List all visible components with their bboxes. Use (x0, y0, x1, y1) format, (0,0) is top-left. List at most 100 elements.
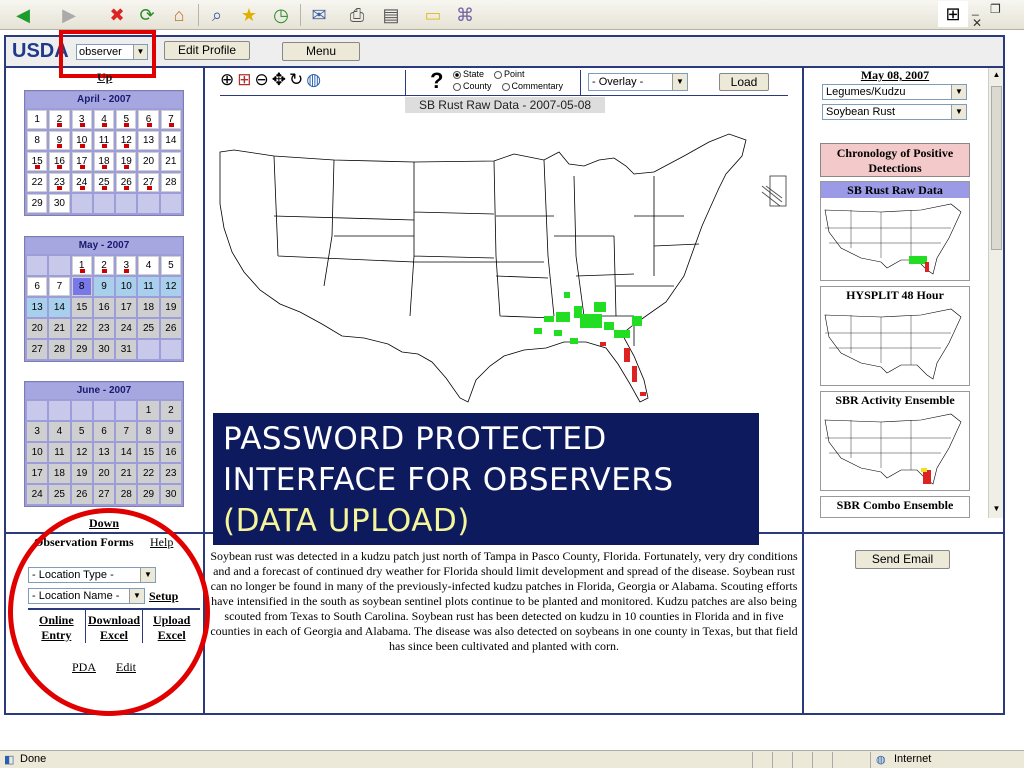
calendar-day[interactable]: 27 (138, 173, 159, 192)
thumbnail-sbr-activity[interactable]: SBR Activity Ensemble (820, 391, 970, 491)
calendar-day[interactable]: 24 (116, 319, 137, 338)
reset-icon[interactable]: ↻ (289, 70, 303, 90)
calendar-day[interactable]: 2 (93, 256, 115, 275)
calendar-day[interactable]: 8 (71, 277, 92, 296)
calendar-day[interactable]: 23 (160, 464, 181, 483)
calendar-day[interactable]: 12 (160, 277, 181, 296)
calendar-day[interactable]: 20 (93, 464, 115, 483)
calendar-day[interactable]: 18 (93, 152, 115, 171)
calendar-day[interactable]: 13 (27, 298, 48, 317)
calendar-day[interactable]: 4 (138, 256, 159, 275)
calendar-day[interactable]: 1 (71, 256, 92, 275)
zoom-out-icon[interactable]: ⊖ (255, 70, 269, 90)
calendar-day[interactable]: 24 (71, 173, 92, 192)
radio-commentary[interactable]: Commentary (501, 81, 563, 91)
calendar-day[interactable]: 26 (71, 485, 92, 504)
thumbnail-hysplit[interactable]: HYSPLIT 48 Hour (820, 286, 970, 386)
calendar-day[interactable]: 15 (27, 152, 48, 171)
calendar-day[interactable]: 21 (49, 319, 70, 338)
calendar-day[interactable]: 5 (116, 110, 137, 129)
calendar-day[interactable]: 22 (71, 319, 92, 338)
calendar-day[interactable]: 26 (160, 319, 181, 338)
calendar-day[interactable]: 11 (49, 443, 70, 462)
calendar-day[interactable]: 25 (49, 485, 70, 504)
send-email-button[interactable]: Send Email (855, 550, 950, 569)
calendar-day[interactable]: 28 (116, 485, 137, 504)
scroll-up-icon[interactable]: ▲ (989, 68, 1004, 82)
research-icon[interactable]: ⌘ (452, 2, 478, 28)
calendar-day[interactable]: 28 (49, 340, 70, 359)
radio-state[interactable]: State (453, 69, 484, 79)
calendar-day[interactable]: 7 (116, 422, 137, 441)
back-icon[interactable]: ◀ (10, 2, 36, 28)
calendar-day[interactable]: 5 (160, 256, 181, 275)
calendar-day[interactable]: 12 (71, 443, 92, 462)
calendar-day[interactable]: 1 (138, 401, 159, 420)
calendar-day[interactable]: 14 (49, 298, 70, 317)
note-icon[interactable]: ▭ (420, 2, 446, 28)
calendar-day[interactable]: 29 (138, 485, 159, 504)
calendar-day[interactable]: 30 (49, 194, 70, 213)
calendar-day[interactable]: 16 (93, 298, 115, 317)
calendar-day[interactable]: 9 (160, 422, 181, 441)
favorites-star-icon[interactable]: ★ (236, 2, 262, 28)
calendar-day[interactable]: 10 (116, 277, 137, 296)
calendar-day[interactable]: 21 (160, 152, 181, 171)
globe-icon[interactable]: ◍ (306, 70, 321, 90)
calendar-day[interactable]: 29 (27, 194, 48, 213)
calendar-day[interactable]: 1 (27, 110, 48, 129)
calendar-day[interactable]: 5 (71, 422, 92, 441)
calendar-day[interactable]: 18 (138, 298, 159, 317)
home-icon[interactable]: ⌂ (166, 2, 192, 28)
calendar-day[interactable]: 19 (71, 464, 92, 483)
calendar-day[interactable]: 29 (71, 340, 92, 359)
calendar-day[interactable]: 19 (116, 152, 137, 171)
history-icon[interactable]: ◷ (268, 2, 294, 28)
calendar-day[interactable]: 18 (49, 464, 70, 483)
calendar-day[interactable]: 9 (93, 277, 115, 296)
calendar-day[interactable]: 4 (49, 422, 70, 441)
mail-icon[interactable]: ✉ (306, 2, 332, 28)
calendar-day[interactable]: 3 (71, 110, 92, 129)
thumbnail-sbr-combo[interactable]: SBR Combo Ensemble (820, 496, 970, 518)
calendar-day[interactable]: 17 (27, 464, 48, 483)
calendar-day[interactable]: 7 (160, 110, 181, 129)
overlay-select[interactable]: - Overlay - ▼ (588, 73, 688, 91)
calendar-day[interactable]: 8 (138, 422, 159, 441)
radio-county[interactable]: County (453, 81, 492, 91)
calendar-day[interactable]: 14 (160, 131, 181, 150)
calendar-day[interactable]: 6 (138, 110, 159, 129)
pathogen-select[interactable]: Soybean Rust ▼ (822, 104, 967, 120)
print-icon[interactable]: ⎙ (344, 2, 370, 28)
stop-icon[interactable]: ✖ (104, 2, 130, 28)
up-link[interactable]: Up (97, 70, 112, 85)
edit-profile-button[interactable]: Edit Profile (164, 41, 250, 60)
right-scrollbar[interactable]: ▲ ▼ (988, 68, 1003, 518)
calendar-day[interactable]: 23 (93, 319, 115, 338)
chronology-button[interactable]: Chronology of Positive Detections (820, 143, 970, 177)
calendar-day[interactable]: 14 (116, 443, 137, 462)
calendar-day[interactable]: 20 (27, 319, 48, 338)
pan-icon[interactable]: ✥ (272, 70, 286, 90)
radio-point[interactable]: Point (494, 69, 525, 79)
zoom-box-icon[interactable]: ⊞ (237, 70, 251, 90)
refresh-icon[interactable]: ⟳ (134, 2, 160, 28)
calendar-day[interactable]: 27 (93, 485, 115, 504)
calendar-day[interactable]: 3 (116, 256, 137, 275)
calendar-day[interactable]: 27 (27, 340, 48, 359)
thumbnail-sb-rust-raw-data[interactable]: SB Rust Raw Data (820, 181, 970, 281)
calendar-day[interactable]: 8 (27, 131, 48, 150)
calendar-day[interactable]: 7 (49, 277, 70, 296)
calendar-day[interactable]: 17 (71, 152, 92, 171)
calendar-day[interactable]: 4 (93, 110, 115, 129)
calendar-day[interactable]: 20 (138, 152, 159, 171)
calendar-day[interactable]: 13 (93, 443, 115, 462)
calendar-day[interactable]: 6 (27, 277, 48, 296)
scroll-thumb[interactable] (991, 86, 1002, 250)
calendar-day[interactable]: 30 (93, 340, 115, 359)
help-question-icon[interactable]: ? (430, 68, 443, 94)
calendar-day[interactable]: 3 (27, 422, 48, 441)
calendar-day[interactable]: 22 (27, 173, 48, 192)
calendar-day[interactable]: 10 (27, 443, 48, 462)
menu-button[interactable]: Menu (282, 42, 360, 61)
